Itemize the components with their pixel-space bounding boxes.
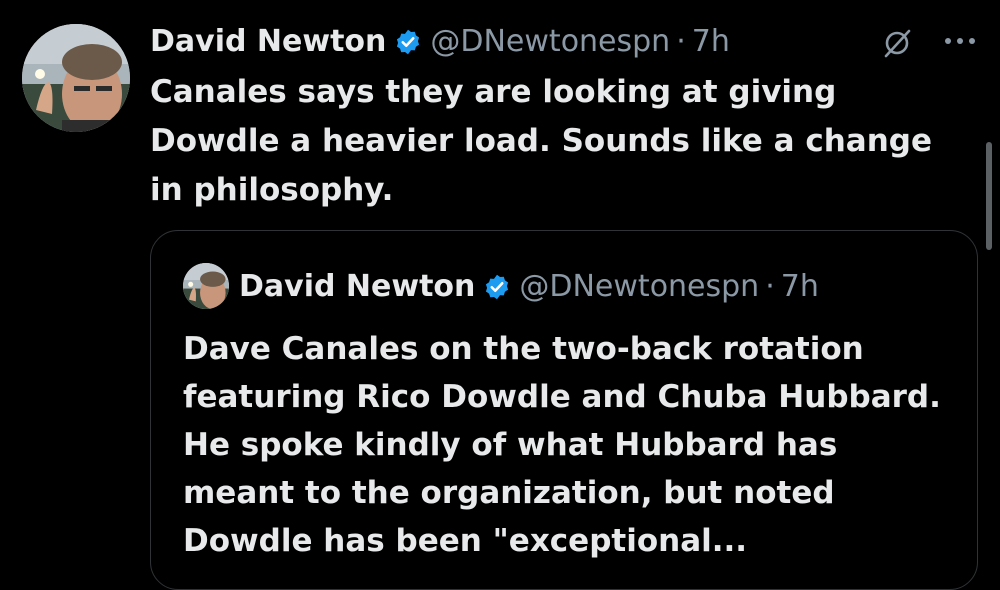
author-avatar[interactable] [22,24,130,132]
tweet-timestamp[interactable]: 7h [692,22,730,62]
verified-badge-icon[interactable] [394,28,422,56]
quoted-author-name: David Newton [239,269,476,304]
quoted-tweet-text: Dave Canales on the two-back rotation fe… [183,331,941,559]
avatar-photo [22,24,130,132]
grok-slash-circle-icon [884,29,911,58]
scrollbar-thumb[interactable] [986,142,992,250]
quoted-author-avatar [183,263,229,309]
quoted-separator-dot: · [765,269,775,304]
more-dots-icon [945,38,975,44]
quoted-avatar-photo [183,263,229,309]
tweet-header: David Newton @DNewtonespn · 7h [150,22,730,62]
grok-button[interactable] [880,26,914,60]
quoted-tweet-timestamp: 7h [780,269,819,304]
quoted-author-handle: @DNewtonespn [519,269,760,304]
more-options-button[interactable] [940,26,980,56]
quoted-tweet-header: David Newton @DNewtonespn · 7h [239,267,819,307]
separator-dot: · [676,24,686,59]
author-name[interactable]: David Newton [150,22,386,62]
quoted-tweet-card[interactable]: David Newton @DNewtonespn · 7h Dave Cana… [150,230,978,590]
tweet-text: Canales says they are looking at giving … [150,74,932,208]
quoted-verified-badge-icon [483,273,511,301]
author-handle[interactable]: @DNewtonespn [430,22,670,62]
